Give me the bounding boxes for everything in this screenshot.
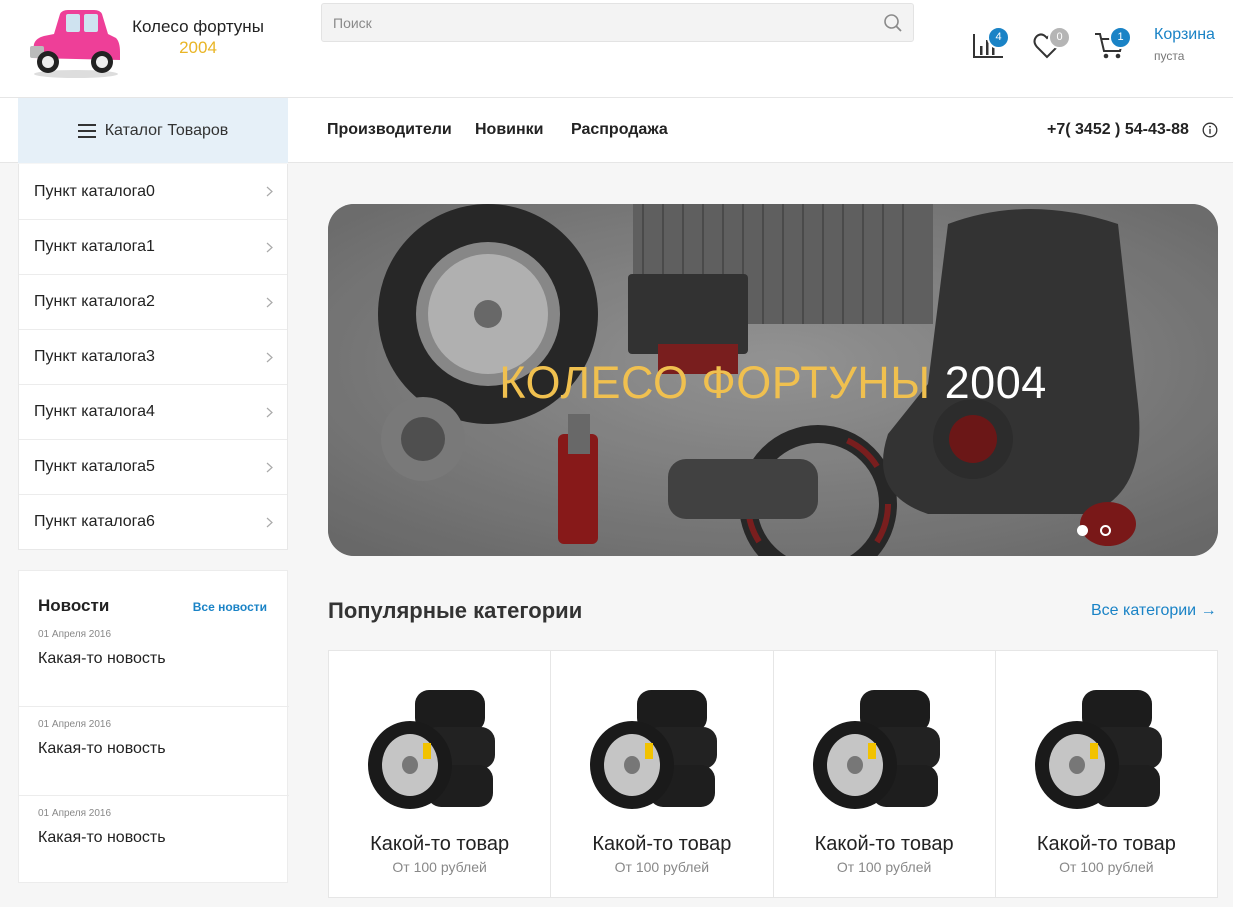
tires-image [590, 690, 718, 809]
nav-link-manufacturers[interactable]: Производители [327, 121, 452, 139]
card-price: От 100 рублей [1059, 859, 1154, 875]
slider-dot-2[interactable] [1100, 525, 1111, 536]
sidebar-item-2[interactable]: Пункт каталога2 [19, 274, 287, 329]
chevron-right-icon [266, 297, 273, 307]
logo-text[interactable]: Колесо фортуны 2004 [128, 16, 268, 58]
cart-count-badge: 1 [1109, 26, 1132, 49]
sidebar-item-label: Пункт каталога6 [34, 513, 155, 530]
search-box [321, 3, 914, 42]
news-item[interactable]: 01 Апреля 2016 Какая-то новость [19, 795, 289, 884]
sidebar-item-4[interactable]: Пункт каталога4 [19, 384, 287, 439]
card-title: Какой-то товар [814, 833, 954, 855]
chevron-right-icon [266, 352, 273, 362]
sidebar-item-label: Пункт каталога4 [34, 403, 155, 420]
news-item[interactable]: 01 Апреля 2016 Какая-то новость [19, 706, 289, 795]
news-title: Новости [38, 596, 110, 615]
logo-car-icon[interactable] [24, 6, 124, 80]
search-input[interactable] [322, 4, 872, 41]
sidebar-catalog: Пункт каталога0 Пункт каталога1 Пункт ка… [18, 164, 288, 550]
sidebar-item-1[interactable]: Пункт каталога1 [19, 219, 287, 274]
cart-status: пуста [1154, 49, 1185, 63]
all-news-link[interactable]: Все новости [193, 600, 267, 614]
slider-dot-1[interactable] [1077, 525, 1088, 536]
category-card[interactable]: Какой-то товар От 100 рублей [772, 651, 995, 897]
card-price: От 100 рублей [614, 859, 710, 875]
news-date: 01 Апреля 2016 [38, 808, 112, 819]
compare-button[interactable]: 4 [972, 26, 1010, 60]
news-date: 01 Апреля 2016 [38, 719, 112, 730]
sidebar-item-label: Пункт каталога0 [34, 182, 155, 200]
sidebar-item-label: Пункт каталога1 [34, 238, 155, 255]
news-text[interactable]: Какая-то новость [38, 829, 166, 847]
phone-number[interactable]: +7( 3452 ) 54-43-88 [1047, 121, 1189, 139]
news-widget: Новости Все новости 01 Апреля 2016 Какая… [18, 570, 289, 884]
sidebar-item-3[interactable]: Пункт каталога3 [19, 329, 287, 384]
chevron-right-icon [266, 517, 273, 527]
cart-button[interactable]: 1 [1094, 26, 1132, 60]
compare-count-badge: 4 [987, 26, 1010, 49]
sidebar-item-6[interactable]: Пункт каталога6 [19, 494, 287, 549]
chevron-right-icon [266, 462, 273, 472]
main-nav: Каталог Товаров Производители Новинки Ра… [0, 98, 1233, 163]
favorites-button[interactable]: 0 [1033, 26, 1071, 60]
cart-link[interactable]: Корзина [1154, 26, 1215, 44]
news-item[interactable]: 01 Апреля 2016 Какая-то новость [19, 617, 289, 706]
catalog-menu-label: Каталог Товаров [104, 121, 229, 139]
nav-link-sale[interactable]: Распродажа [571, 121, 668, 139]
category-card[interactable]: Какой-то товар От 100 рублей [550, 651, 772, 897]
banner-title-year: 2004 [944, 357, 1047, 408]
nav-link-new[interactable]: Новинки [475, 121, 544, 139]
site-header: Колесо фортуны 2004 4 0 1 Корзина [0, 0, 1233, 98]
tires-image [812, 690, 940, 809]
category-card[interactable]: Какой-то товар От 100 рублей [329, 651, 550, 897]
news-date: 01 Апреля 2016 [38, 629, 112, 640]
banner-title: КОЛЕСО ФОРТУНЫ 2004 [328, 357, 1218, 409]
tires-image [368, 690, 495, 809]
info-icon[interactable] [1202, 122, 1218, 138]
card-price: От 100 рублей [836, 859, 932, 875]
chevron-right-icon [266, 407, 273, 417]
search-icon[interactable] [883, 13, 903, 33]
sidebar-item-0[interactable]: Пункт каталога0 [19, 164, 287, 219]
hero-banner[interactable]: КОЛЕСО ФОРТУНЫ 2004 [328, 204, 1218, 556]
catalog-menu-button[interactable]: Каталог Товаров [18, 98, 288, 163]
card-title: Какой-то товар [1036, 833, 1176, 855]
card-title: Какой-то товар [370, 833, 510, 855]
banner-title-main: КОЛЕСО ФОРТУНЫ [499, 357, 931, 408]
menu-burger-icon [77, 123, 96, 138]
card-price: От 100 рублей [392, 859, 487, 875]
sidebar-item-label: Пункт каталога5 [34, 458, 155, 475]
news-text[interactable]: Какая-то новость [38, 740, 166, 758]
sidebar-item-5[interactable]: Пункт каталога5 [19, 439, 287, 494]
category-cards: Какой-то товар От 100 рублей Какой-то то… [328, 650, 1218, 898]
logo-year: 2004 [179, 38, 217, 57]
sidebar-item-label: Пункт каталога2 [34, 293, 155, 310]
logo-title: Колесо фортуны [132, 17, 264, 36]
popular-categories-title: Популярные категории [328, 598, 583, 623]
all-categories-link[interactable]: Все категории → [1091, 602, 1217, 620]
chevron-right-icon [266, 242, 273, 252]
sidebar-item-label: Пункт каталога3 [34, 348, 155, 365]
favorites-count-badge: 0 [1048, 26, 1071, 49]
card-title: Какой-то товар [592, 833, 732, 855]
news-text[interactable]: Какая-то новость [38, 650, 166, 668]
tires-image [1034, 690, 1162, 809]
chevron-right-icon [266, 186, 273, 197]
category-card[interactable]: Какой-то товар От 100 рублей [994, 651, 1217, 897]
